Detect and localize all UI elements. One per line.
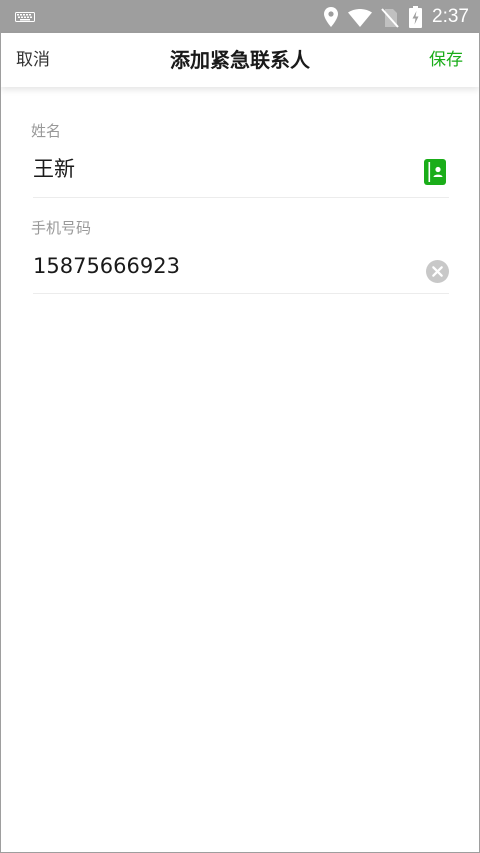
clock: 2:37 bbox=[432, 6, 469, 27]
header-bar: 取消 添加紧急联系人 保存 bbox=[1, 33, 479, 87]
clear-icon[interactable] bbox=[426, 260, 449, 283]
name-label: 姓名 bbox=[31, 122, 62, 140]
battery-charging-icon bbox=[409, 6, 422, 28]
no-sim-icon bbox=[381, 8, 399, 28]
phone-label: 手机号码 bbox=[31, 219, 92, 237]
phone-input[interactable] bbox=[33, 251, 413, 281]
name-input[interactable] bbox=[33, 154, 413, 184]
page-title: 添加紧急联系人 bbox=[170, 48, 310, 72]
name-divider bbox=[33, 197, 449, 198]
phone-divider bbox=[33, 293, 449, 294]
contact-book-icon[interactable] bbox=[424, 159, 446, 185]
status-bar: 2:37 bbox=[1, 1, 479, 33]
save-button[interactable]: 保存 bbox=[429, 48, 463, 72]
screen: 2:37 取消 添加紧急联系人 保存 姓名 手机号码 bbox=[0, 0, 480, 853]
location-icon bbox=[324, 7, 338, 27]
keyboard-icon bbox=[15, 12, 35, 22]
wifi-icon bbox=[348, 9, 372, 27]
